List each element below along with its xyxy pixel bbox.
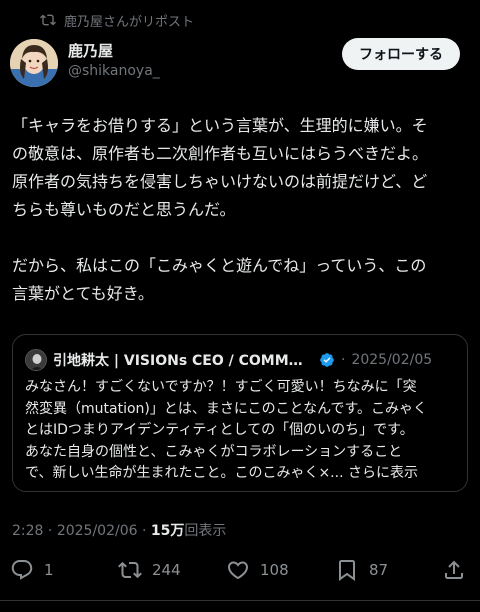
quoted-author-name[interactable]: 引地耕太 | VISIONs CEO / COMMON… [53,350,313,370]
bookmark-icon [339,560,355,581]
quoted-avatar [25,349,47,371]
follow-button[interactable]: フォローする [342,38,460,70]
quoted-line: 然変異（mutation)」とは、まさにこのことなんです。こみゃく [25,400,428,417]
share-button[interactable] [442,554,466,586]
quoted-post-text: みなさん！すごくないですか？！すごく可愛い！ちなみに「突 然変異（mutatio… [25,377,461,485]
post-line: だから、私はこの「こみゃくと遊んでね」っていう、この [12,256,427,275]
repost-icon [118,561,142,579]
post-line: ちらも尊いものだと思うんだ。 [12,200,236,219]
post-line: 原作者の気持ちを侵害しちゃいけないのは前提だけど、ど [12,172,428,191]
repost-icon [40,14,56,26]
post-line: の敬意は、原作者も二次創作者も互いにはらうべきだよ。 [12,144,429,163]
quoted-line: あなた自身の個性と、こみゃくがコラボレーションすること [25,443,403,460]
bookmark-button[interactable]: 87 [335,554,388,586]
post-line: 言葉がとても好き。 [12,284,154,303]
like-button[interactable]: 108 [226,554,289,586]
like-count: 108 [260,561,289,579]
verified-badge-icon [320,353,334,367]
quoted-post-header: 引地耕太 | VISIONs CEO / COMMON… · 2025/02/0… [25,349,455,371]
quoted-separator: · [341,352,346,368]
post-text: 「キャラをお借りする」という言葉が、生理的に嫌い。そ の敬意は、原作者も二次創作… [12,112,468,308]
post-line: 「キャラをお借りする」という言葉が、生理的に嫌い。そ [12,116,428,135]
divider [0,600,480,601]
repost-count: 244 [152,561,181,579]
post-date[interactable]: 2025/02/06 [57,523,138,539]
author-info[interactable]: 鹿乃屋 @shikanoya_ [68,41,160,81]
quoted-post[interactable]: 引地耕太 | VISIONs CEO / COMMON… · 2025/02/0… [12,334,468,492]
quoted-line-last: で、新しい生命が生まれたこと。このこみゃく×... さらに表示 [25,463,461,485]
bookmark-count: 87 [369,561,389,579]
reply-count: 1 [44,561,54,579]
views-count: 15万 [150,523,185,539]
author-handle[interactable]: @shikanoya_ [68,61,160,81]
quoted-avatar-image [26,350,46,370]
reply-icon [11,560,33,580]
share-icon [445,560,463,579]
quoted-line: で、新しい生命が生まれたこと。このこみゃく×... [25,465,344,481]
meta-separator: · [47,523,53,539]
quoted-line: とはIDつまりアイデンティティとしての「個のいのち」です。 [25,422,414,438]
post-meta: 2:28 · 2025/02/06 · 15万回表示 [12,520,226,540]
reply-button[interactable]: 1 [10,554,54,586]
repost-indicator[interactable]: 鹿乃屋さんがリポスト [40,10,194,30]
avatar[interactable] [10,39,58,87]
action-bar: 1 244 108 87 [0,554,480,586]
meta-separator: · [141,523,147,539]
show-more-link[interactable]: さらに表示 [348,465,418,481]
views-label: 回表示 [184,523,227,539]
quoted-date[interactable]: 2025/02/05 [351,352,432,368]
post-time[interactable]: 2:28 [12,523,43,539]
quoted-line: みなさん！すごくないですか？！すごく可愛い！ちなみに「突 [25,379,417,395]
repost-button[interactable]: 244 [118,554,181,586]
heart-icon [227,561,249,580]
repost-label: 鹿乃屋さんがリポスト [64,14,195,30]
author-name[interactable]: 鹿乃屋 [68,41,160,61]
avatar-image [10,39,58,87]
